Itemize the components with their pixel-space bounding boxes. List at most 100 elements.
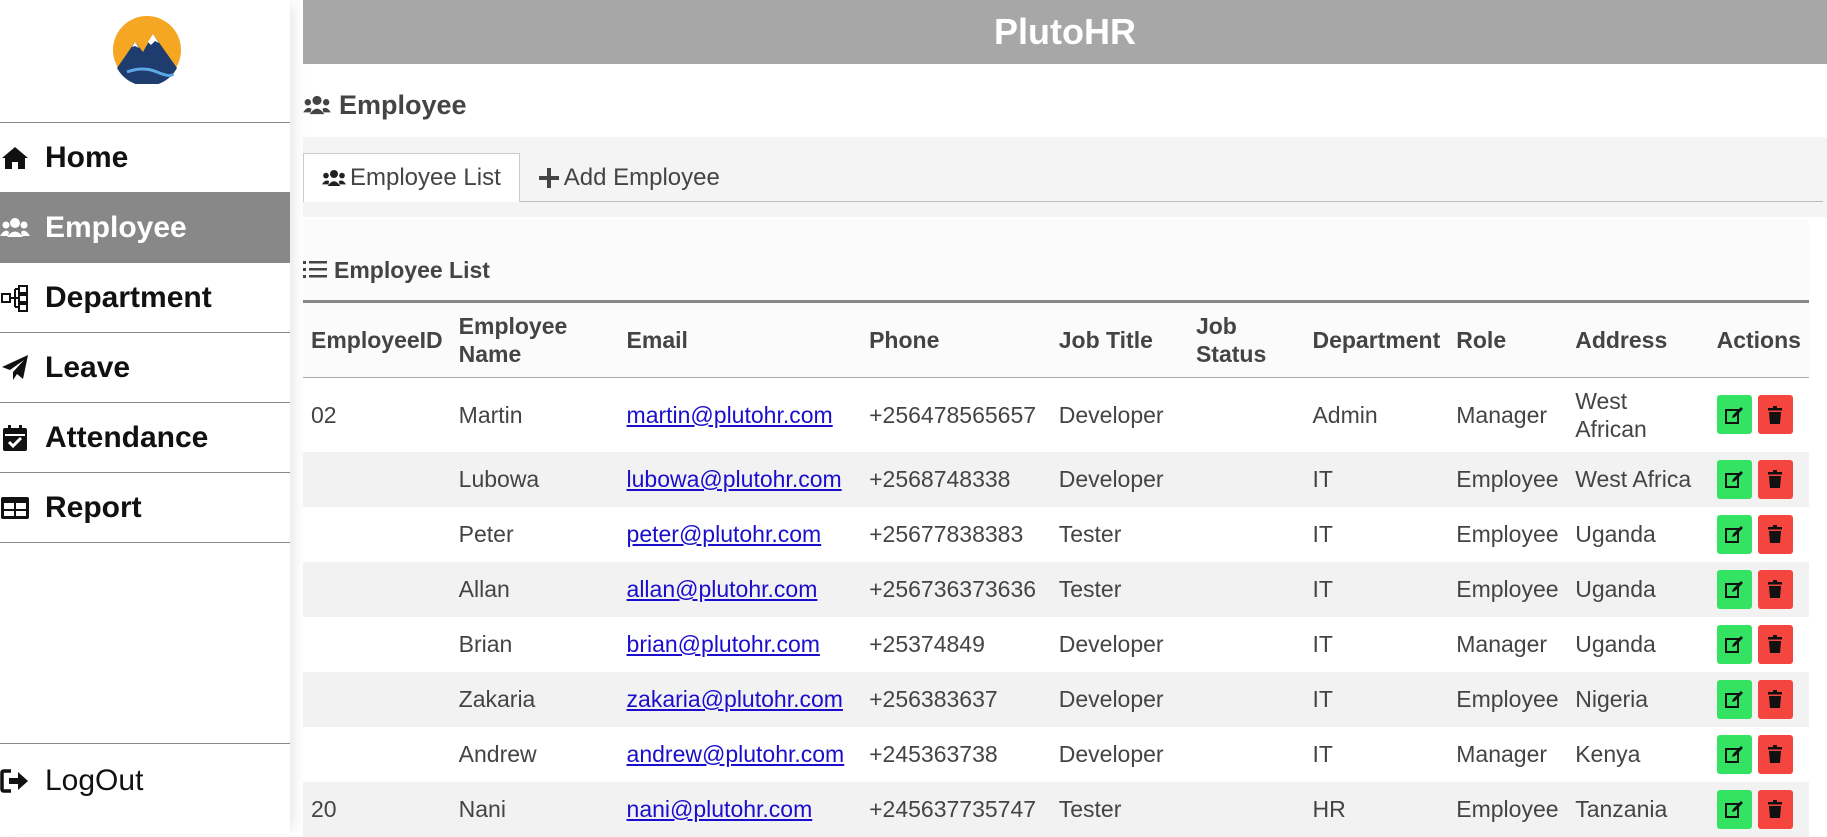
sidebar-item-home[interactable]: Home xyxy=(0,122,290,192)
column-header[interactable]: Email xyxy=(619,302,862,378)
page-heading-text: Employee xyxy=(339,89,467,120)
column-header[interactable]: Department xyxy=(1304,302,1448,378)
column-header[interactable]: Phone xyxy=(861,302,1051,378)
sidebar-item-label: Report xyxy=(45,490,142,524)
edit-button[interactable] xyxy=(1716,624,1752,664)
edit-button[interactable] xyxy=(1716,514,1752,554)
edit-icon xyxy=(1724,579,1744,599)
cell-email: nani@plutohr.com xyxy=(619,782,862,837)
tab-add-employee[interactable]: Add Employee xyxy=(520,154,738,201)
plus-icon xyxy=(538,167,559,188)
cell-department: HR xyxy=(1312,796,1346,822)
edit-icon xyxy=(1724,799,1744,819)
cell-job-title: Developer xyxy=(1058,466,1164,492)
tab-employee-list[interactable]: Employee List xyxy=(303,153,520,202)
employee-table: EmployeeID Employee Name Email Phone Job… xyxy=(303,300,1809,837)
cell-email: zakaria@plutohr.com xyxy=(619,672,862,727)
delete-button[interactable] xyxy=(1757,789,1793,829)
cell-name: Martin xyxy=(458,401,523,428)
cell-id xyxy=(303,617,451,672)
email-link[interactable]: peter@plutohr.com xyxy=(627,521,822,547)
cell-id: 20 xyxy=(311,796,337,822)
cell-department: IT xyxy=(1312,576,1333,602)
cell-email: brian@plutohr.com xyxy=(619,617,862,672)
cell-actions xyxy=(1709,507,1809,562)
sidebar-item-employee[interactable]: Employee xyxy=(0,192,290,262)
list-title: Employee List xyxy=(303,254,490,286)
trash-icon xyxy=(1765,469,1785,489)
cell-job-title: Tester xyxy=(1058,576,1122,602)
edit-icon xyxy=(1724,405,1744,425)
edit-button[interactable] xyxy=(1716,789,1752,829)
table-row: Brian brian@plutohr.com +25374849 Developer… xyxy=(303,616,1809,672)
column-header[interactable]: Role xyxy=(1448,302,1567,378)
column-header[interactable]: Job Status xyxy=(1188,302,1305,378)
delete-button[interactable] xyxy=(1757,734,1793,774)
edit-icon xyxy=(1724,744,1744,764)
trash-icon xyxy=(1765,524,1785,544)
cell-job-title: Developer xyxy=(1058,686,1164,712)
trash-icon xyxy=(1765,689,1785,709)
cell-email: andrew@plutohr.com xyxy=(619,727,862,782)
users-icon xyxy=(0,213,30,243)
delete-button[interactable] xyxy=(1757,624,1793,664)
cell-job-status xyxy=(1188,507,1305,562)
cell-job-status xyxy=(1188,378,1305,452)
table-row: 02 Martin martin@plutohr.com +256478565657 D… xyxy=(303,377,1809,452)
delete-button[interactable] xyxy=(1757,395,1793,435)
list-title-text: Employee List xyxy=(334,256,490,283)
email-link[interactable]: brian@plutohr.com xyxy=(627,631,820,657)
cell-job-status xyxy=(1188,617,1305,672)
email-link[interactable]: nani@plutohr.com xyxy=(627,796,813,822)
sidebar-item-attendance[interactable]: Attendance xyxy=(0,402,290,472)
column-header[interactable]: Address xyxy=(1567,302,1708,378)
edit-button[interactable] xyxy=(1716,734,1752,774)
app-header: PlutoHR xyxy=(303,0,1827,64)
cell-actions xyxy=(1709,782,1809,837)
edit-icon xyxy=(1724,634,1744,654)
column-header[interactable]: EmployeeID xyxy=(303,302,451,378)
edit-icon xyxy=(1724,469,1744,489)
company-logo xyxy=(113,16,181,84)
email-link[interactable]: andrew@plutohr.com xyxy=(627,741,845,767)
cell-phone: +245363738 xyxy=(869,741,998,767)
delete-button[interactable] xyxy=(1757,514,1793,554)
delete-button[interactable] xyxy=(1757,569,1793,609)
cell-phone: +256736373636 xyxy=(869,576,1037,602)
edit-button[interactable] xyxy=(1716,395,1752,435)
column-header[interactable]: Job Title xyxy=(1051,302,1188,378)
cell-phone: +2568748338 xyxy=(869,466,1011,492)
table-header-row: EmployeeID Employee Name Email Phone Job… xyxy=(303,301,1809,378)
cell-role: Employee xyxy=(1456,466,1559,492)
cell-job-status xyxy=(1188,782,1305,837)
email-link[interactable]: zakaria@plutohr.com xyxy=(627,686,843,712)
sidebar-item-leave[interactable]: Leave xyxy=(0,332,290,402)
cell-phone: +25374849 xyxy=(869,631,985,657)
delete-button[interactable] xyxy=(1757,679,1793,719)
delete-button[interactable] xyxy=(1757,459,1793,499)
edit-button[interactable] xyxy=(1716,459,1752,499)
page-title: Employee xyxy=(303,74,1827,136)
calendar-check-icon xyxy=(0,423,30,453)
cell-phone: +256383637 xyxy=(869,686,998,712)
email-link[interactable]: martin@plutohr.com xyxy=(627,402,833,428)
tab-label: Add Employee xyxy=(563,163,720,191)
cell-role: Employee xyxy=(1456,521,1559,547)
cell-address: Uganda xyxy=(1575,631,1656,657)
table-row: Peter peter@plutohr.com +25677838383 Tester… xyxy=(303,506,1809,562)
logout-label: LogOut xyxy=(45,764,144,797)
trash-icon xyxy=(1765,799,1785,819)
table-row: Zakaria zakaria@plutohr.com +256383637 Deve… xyxy=(303,671,1809,727)
email-link[interactable]: allan@plutohr.com xyxy=(627,576,818,602)
cell-role: Employee xyxy=(1456,686,1559,712)
edit-button[interactable] xyxy=(1716,569,1752,609)
logout-button[interactable]: LogOut xyxy=(0,743,290,818)
sidebar-item-report[interactable]: Report xyxy=(0,472,290,543)
sitemap-icon xyxy=(0,283,30,313)
edit-button[interactable] xyxy=(1716,679,1752,719)
table-icon xyxy=(0,493,30,523)
cell-email: allan@plutohr.com xyxy=(619,562,862,617)
sidebar-item-department[interactable]: Department xyxy=(0,262,290,332)
email-link[interactable]: lubowa@plutohr.com xyxy=(627,466,842,492)
column-header[interactable]: Employee Name xyxy=(451,302,619,378)
